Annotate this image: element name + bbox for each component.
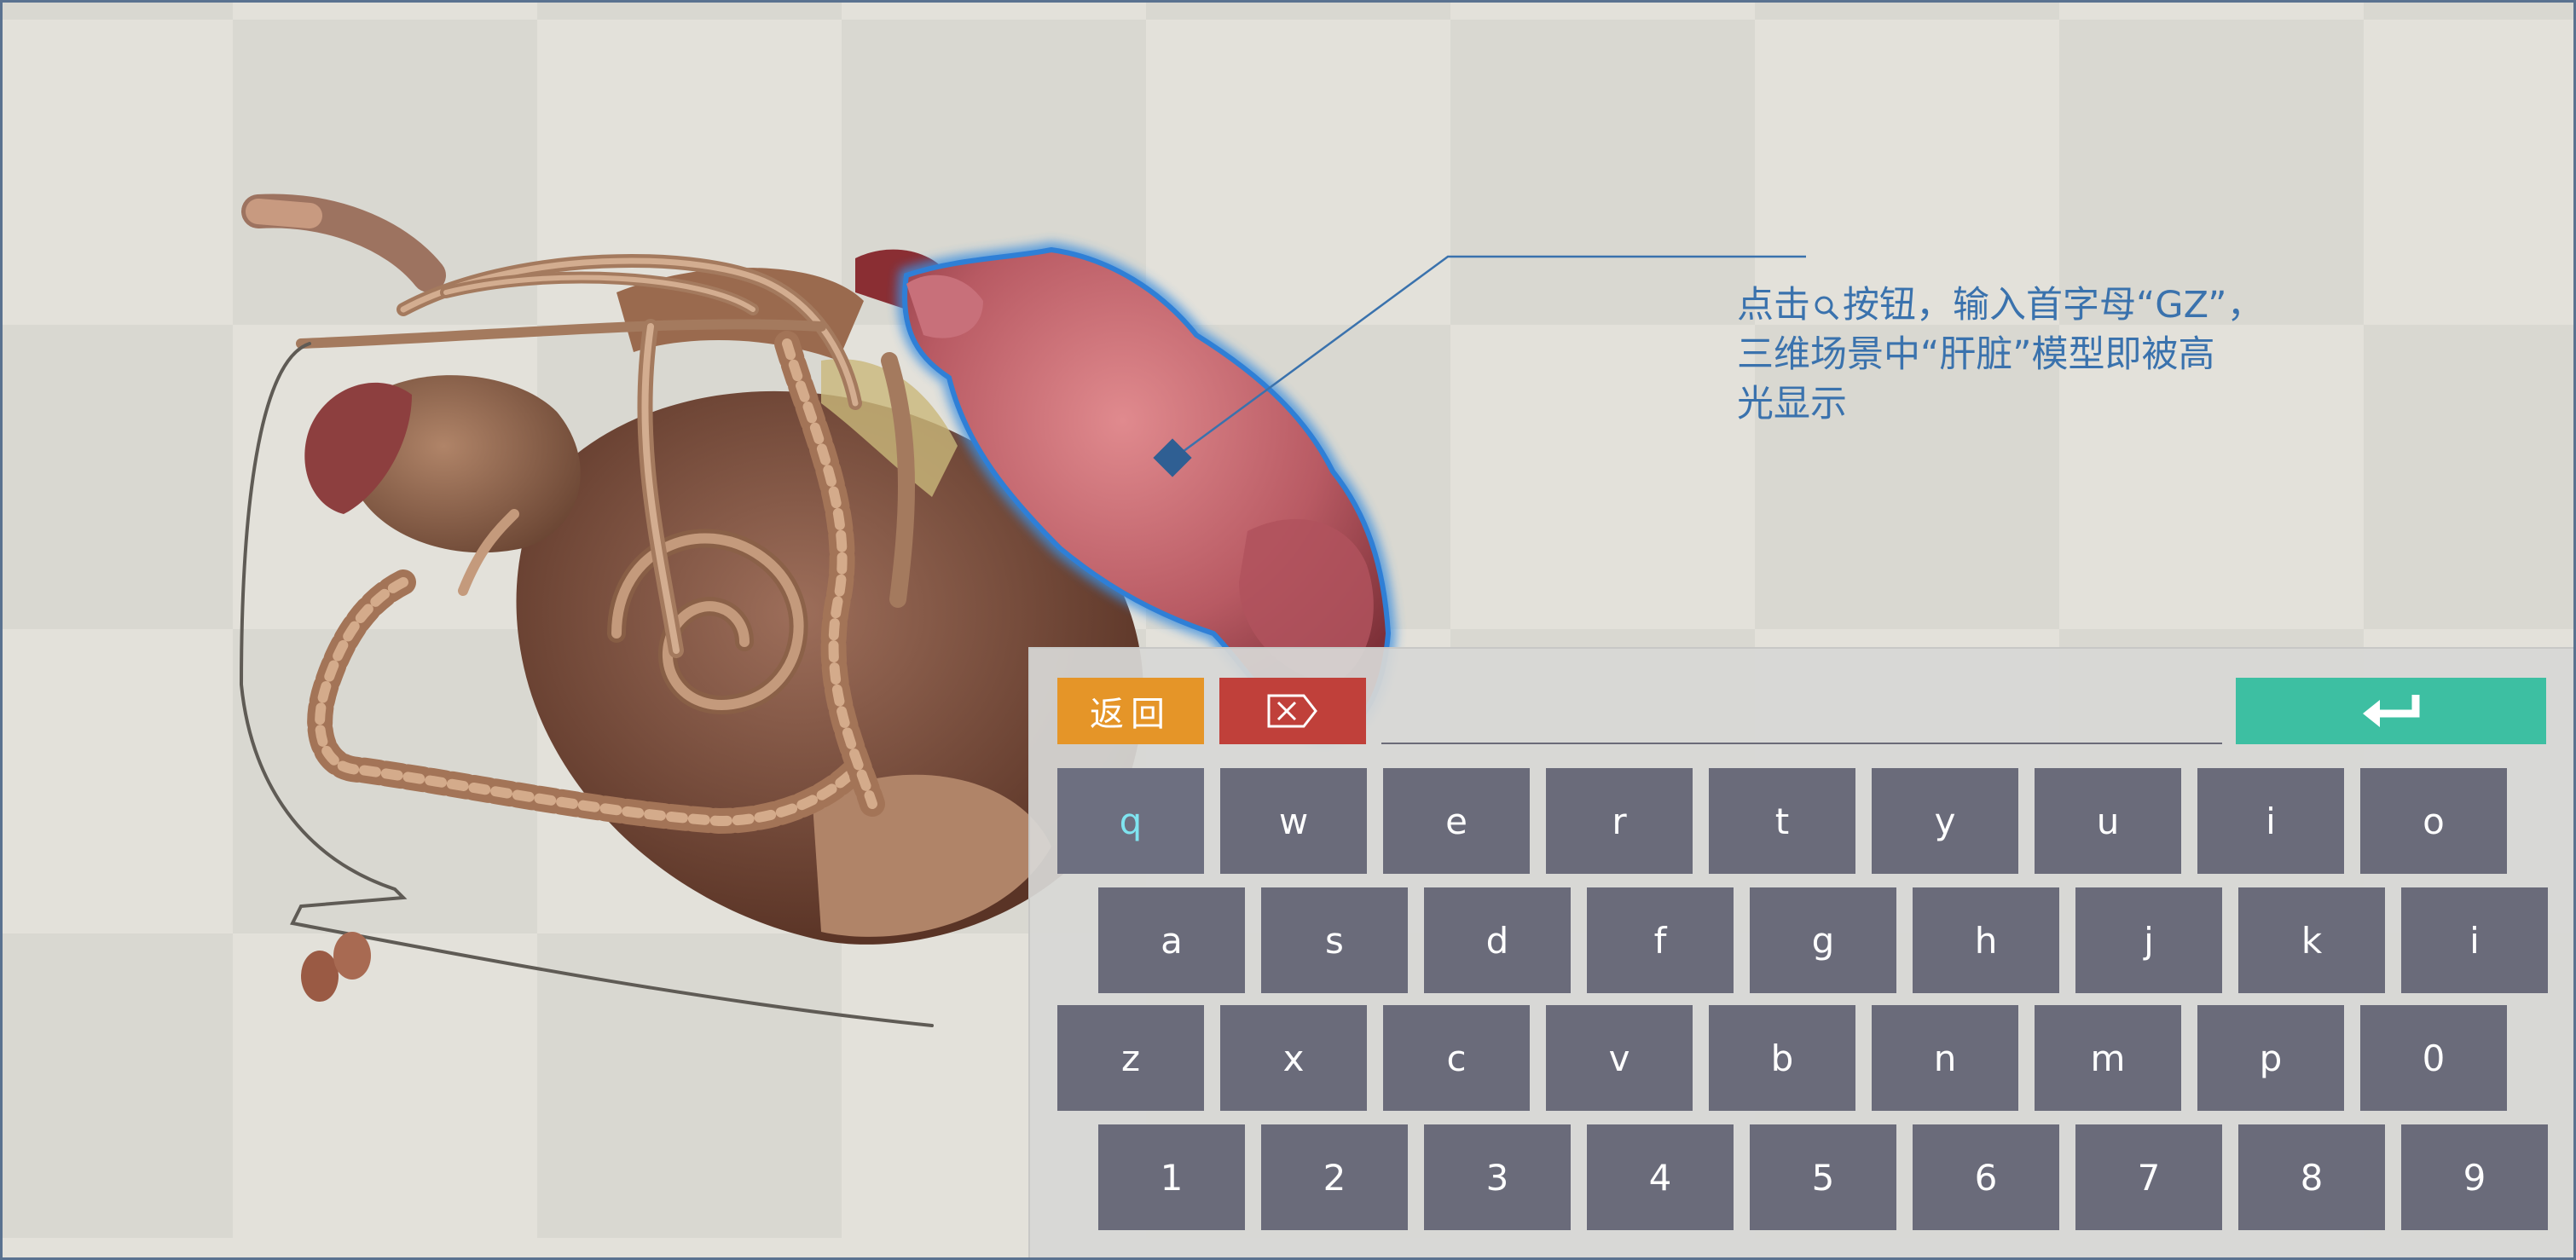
key-s[interactable]: s — [1261, 887, 1408, 993]
key-p[interactable]: p — [2197, 1005, 2344, 1111]
key-5[interactable]: 5 — [1750, 1124, 1896, 1230]
key-g[interactable]: g — [1750, 887, 1896, 993]
search-icon — [1815, 296, 1839, 321]
back-button[interactable]: 返回 — [1057, 678, 1204, 744]
callout-text-part: 按钮，输入首字母“GZ”， — [1843, 284, 2264, 327]
callout-text-part: 点击 — [1737, 284, 1810, 327]
key-9[interactable]: 9 — [2401, 1124, 2548, 1230]
search-input[interactable] — [1381, 683, 2226, 743]
key-k[interactable]: k — [2238, 887, 2385, 993]
key-d[interactable]: d — [1424, 887, 1571, 993]
callout-instruction: 点击 按钮，输入首字母“GZ”， 三维场景中“肝脏”模型即被高 光显示 — [1737, 280, 2385, 429]
key-2[interactable]: 2 — [1261, 1124, 1408, 1230]
key-1[interactable]: 1 — [1098, 1124, 1245, 1230]
key-v[interactable]: v — [1546, 1005, 1693, 1111]
key-t[interactable]: t — [1709, 768, 1855, 874]
key-w[interactable]: w — [1220, 768, 1367, 874]
key-r[interactable]: r — [1546, 768, 1693, 874]
key-6[interactable]: 6 — [1913, 1124, 2059, 1230]
key-7[interactable]: 7 — [2075, 1124, 2222, 1230]
callout-line-2: 三维场景中“肝脏”模型即被高 — [1737, 333, 2215, 376]
key-m[interactable]: m — [2035, 1005, 2181, 1111]
key-i[interactable]: i — [2197, 768, 2344, 874]
key-j[interactable]: j — [2075, 887, 2222, 993]
key-z[interactable]: z — [1057, 1005, 1204, 1111]
key-n[interactable]: n — [1872, 1005, 2018, 1111]
key-o[interactable]: o — [2360, 768, 2507, 874]
key-b[interactable]: b — [1709, 1005, 1855, 1111]
input-underline — [1381, 743, 2222, 744]
callout-line-3: 光显示 — [1737, 383, 1847, 425]
backspace-button[interactable] — [1219, 678, 1366, 744]
key-u[interactable]: u — [2035, 768, 2181, 874]
key-x[interactable]: x — [1220, 1005, 1367, 1111]
key-a[interactable]: a — [1098, 887, 1245, 993]
key-y[interactable]: y — [1872, 768, 2018, 874]
key-c[interactable]: c — [1383, 1005, 1530, 1111]
key-h[interactable]: h — [1913, 887, 2059, 993]
key-f[interactable]: f — [1587, 887, 1734, 993]
small-organ-pair — [301, 932, 371, 1002]
callout-line-1: 点击 按钮，输入首字母“GZ”， — [1737, 280, 2385, 330]
key-3[interactable]: 3 — [1424, 1124, 1571, 1230]
key-e[interactable]: e — [1383, 768, 1530, 874]
virtual-keyboard: 返回 qwertyuioasdfghjkizxcvbnmp0123456789 — [1028, 647, 2573, 1257]
key-4[interactable]: 4 — [1587, 1124, 1734, 1230]
backspace-icon — [1267, 694, 1317, 728]
key-i[interactable]: i — [2401, 887, 2548, 993]
key-0[interactable]: 0 — [2360, 1005, 2507, 1111]
enter-icon — [2363, 695, 2420, 727]
3d-viewport[interactable]: 点击 按钮，输入首字母“GZ”， 三维场景中“肝脏”模型即被高 光显示 返回 qw… — [0, 0, 2576, 1260]
key-q[interactable]: q — [1057, 768, 1204, 874]
enter-button[interactable] — [2236, 678, 2546, 744]
key-8[interactable]: 8 — [2238, 1124, 2385, 1230]
